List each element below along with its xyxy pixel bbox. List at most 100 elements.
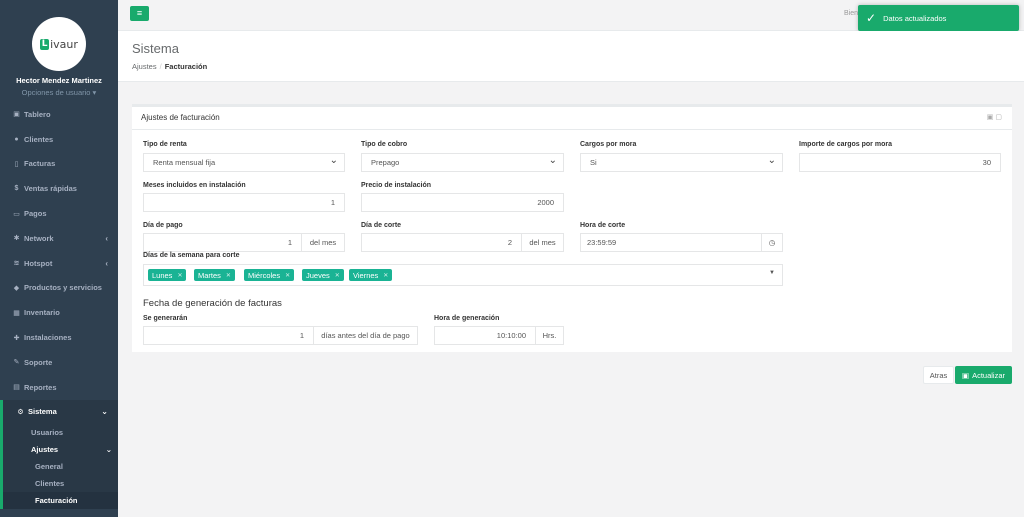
sidebar-item-productos[interactable]: ◆ Productos y servicios (0, 276, 118, 301)
sidebar-item-facturas[interactable]: ▯ Facturas (0, 152, 118, 177)
tags-icon: ◆ (13, 284, 20, 292)
precio-instalacion-input[interactable]: 2000 (361, 193, 564, 212)
plug-icon: ✚ (13, 334, 20, 342)
check-icon: ✓ (866, 11, 877, 25)
se-generaran-input[interactable]: 1 (143, 326, 314, 345)
sidebar-item-clientes[interactable]: ● Clientes (0, 127, 118, 152)
importe-mora-label: Importe de cargos por mora (799, 141, 892, 148)
users-icon: ● (14, 135, 19, 143)
chevron-left-icon: ‹ (105, 233, 108, 243)
hora-corte-input[interactable]: 23:59:59 (580, 233, 762, 252)
dia-corte-input[interactable]: 2 (361, 233, 522, 252)
hora-corte-label: Hora de corte (580, 222, 626, 229)
back-button[interactable]: Atras (923, 366, 954, 384)
sidebar-item-soporte[interactable]: ✎ Soporte (0, 350, 118, 375)
clock-icon: ◷ (768, 238, 776, 247)
page-heading: Sistema Ajustes / Facturación (118, 31, 1024, 82)
remove-tag-icon[interactable]: ✕ (177, 272, 182, 279)
sidebar-item-clientes-ajustes[interactable]: Clientes (3, 475, 118, 492)
tag-jueves: Jueves ✕ (302, 269, 344, 281)
remove-tag-icon[interactable]: ✕ (226, 272, 231, 279)
dia-pago-label: Día de pago (143, 222, 183, 229)
network-icon: ✱ (13, 235, 20, 243)
sidebar-item-ventas[interactable]: $ Ventas rápidas (0, 176, 118, 201)
collapse-icon[interactable]: ▢ (995, 114, 1004, 121)
dashboard-icon: ▣ (13, 111, 20, 119)
dia-corte-label: Día de corte (361, 222, 402, 229)
sidebar-item-reportes[interactable]: ▤ Reportes (0, 375, 118, 400)
cubes-icon: ▦ (13, 309, 20, 317)
caret-down-icon[interactable]: ▼ (769, 270, 775, 276)
billing-settings-card: Ajustes de facturación ▣▢ Tipo de renta … (132, 104, 1012, 352)
file-icon: ▯ (14, 160, 19, 168)
dollar-icon: $ (14, 185, 19, 193)
money-icon: ▭ (13, 210, 20, 218)
card-title: Ajustes de facturación ▣▢ (132, 107, 1012, 130)
toast-message: Datos actualizados (883, 13, 947, 23)
sidebar-item-facturacion[interactable]: Facturación (3, 492, 118, 510)
sidebar-item-pagos[interactable]: ▭ Pagos (0, 201, 118, 226)
clock-button[interactable]: ◷ (761, 233, 783, 252)
success-toast[interactable]: ✓ Datos actualizados (858, 5, 1019, 31)
hora-generacion-addon: Hrs. (535, 326, 564, 345)
avatar[interactable]: Livaur (32, 17, 86, 71)
user-name: Hector Mendez Martinez (16, 76, 102, 85)
floppy-icon: ▣ (961, 370, 970, 380)
breadcrumb-ajustes[interactable]: Ajustes (132, 62, 157, 71)
wifi-icon: ≋ (13, 260, 20, 268)
wrench-icon: ✎ (13, 359, 20, 367)
sidebar-item-sistema[interactable]: ⚙ Sistema ⌄ (0, 399, 118, 425)
importe-mora-input[interactable]: 30 (799, 153, 1001, 172)
hora-generacion-label: Hora de generación (434, 315, 500, 322)
tipo-renta-label: Tipo de renta (143, 141, 187, 148)
sidebar-item-instalaciones[interactable]: ✚ Instalaciones (0, 325, 118, 350)
tag-lunes: Lunes ✕ (148, 269, 187, 281)
menu-toggle-button[interactable]: ≡ (130, 6, 149, 21)
chevron-down-icon: ⌄ (105, 445, 112, 455)
book-icon: ▤ (13, 384, 20, 392)
sidebar-item-general[interactable]: General (3, 458, 118, 475)
remove-tag-icon[interactable]: ✕ (383, 272, 388, 279)
tipo-cobro-select[interactable]: Prepago (361, 153, 564, 172)
sidebar-item-network[interactable]: ✱ Network ‹ (0, 226, 118, 251)
dia-corte-addon: del mes (521, 233, 564, 252)
meses-instalacion-label: Meses incluidos en instalación (143, 182, 246, 189)
sidebar-item-usuarios[interactable]: Usuarios (3, 424, 118, 441)
chevron-down-icon: ⌄ (101, 407, 108, 417)
tag-viernes: Viernes ✕ (349, 269, 393, 281)
remove-tag-icon[interactable]: ✕ (285, 272, 290, 279)
precio-instalacion-label: Precio de instalación (361, 182, 432, 189)
remove-tag-icon[interactable]: ✕ (335, 272, 340, 279)
welcome-text: Bien (844, 10, 859, 17)
user-options-dropdown[interactable]: Opciones de usuario ▾ (0, 88, 118, 97)
breadcrumb: Ajustes / Facturación (132, 62, 207, 71)
dias-semana-multiselect[interactable]: Lunes ✕ Martes ✕ Miércoles ✕ Jueves ✕ Vierne… (143, 264, 783, 286)
page-title: Sistema (132, 41, 179, 56)
sidebar-item-tablero[interactable]: ▣ Tablero (0, 102, 118, 127)
dia-pago-input[interactable]: 1 (143, 233, 302, 252)
profile: Livaur Hector Mendez Martinez Opciones d… (0, 0, 118, 102)
tipo-cobro-label: Tipo de cobro (361, 141, 408, 148)
dias-semana-label: Días de la semana para corte (143, 252, 240, 259)
sistema-submenu: Usuarios Ajustes ⌄ General Clientes Factu… (0, 424, 118, 510)
tag-martes: Martes ✕ (194, 269, 235, 281)
sidebar-item-hotspot[interactable]: ≋ Hotspot ‹ (0, 251, 118, 276)
section-title: Fecha de generación de facturas (143, 298, 282, 309)
tag-miercoles: Miércoles ✕ (244, 269, 295, 281)
tipo-renta-select[interactable]: Renta mensual fija (143, 153, 345, 172)
update-button[interactable]: ▣ Actualizar (955, 366, 1012, 384)
se-generaran-label: Se generarán (143, 315, 188, 322)
cargos-mora-label: Cargos por mora (580, 141, 637, 148)
hamburger-icon: ≡ (136, 8, 143, 18)
company-logo: Livaur (40, 37, 78, 51)
card-tools: ▣▢ (987, 113, 1004, 121)
sidebar-nav: ▣ Tablero ● Clientes ▯ Facturas $ Ventas ráp… (0, 102, 118, 425)
dia-pago-addon: del mes (301, 233, 345, 252)
sidebar-item-inventario[interactable]: ▦ Inventario (0, 300, 118, 325)
cargos-mora-select[interactable]: Si (580, 153, 783, 172)
sidebar-item-ajustes[interactable]: Ajustes ⌄ (3, 441, 118, 458)
hora-generacion-input[interactable]: 10:10:00 (434, 326, 536, 345)
meses-instalacion-input[interactable]: 1 (143, 193, 345, 212)
se-generaran-addon: días antes del día de pago (313, 326, 418, 345)
cogs-icon: ⚙ (17, 408, 24, 416)
